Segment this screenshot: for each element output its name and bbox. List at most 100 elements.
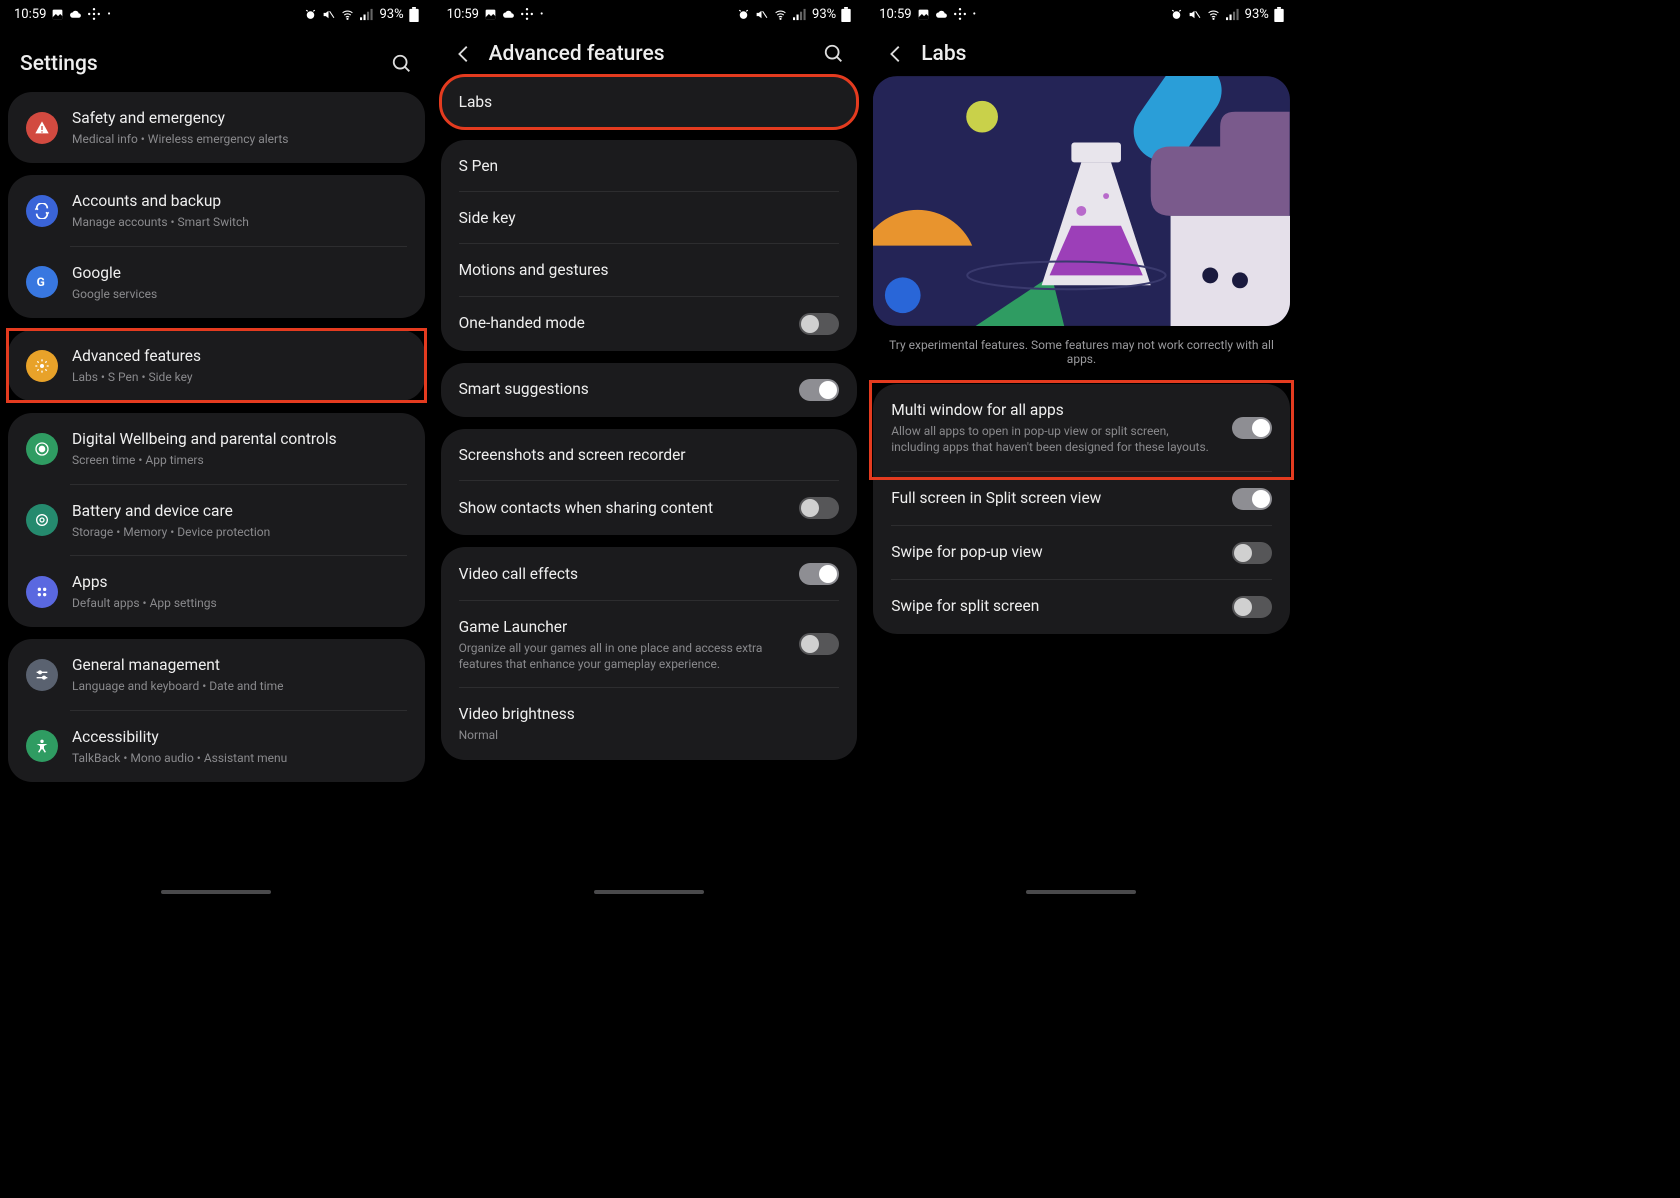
status-bar: 10:59 • 93% <box>0 0 433 28</box>
toggle-switch[interactable] <box>1232 542 1272 564</box>
list-item[interactable]: Full screen in Split screen view <box>873 472 1290 526</box>
item-subtitle: Default apps • App settings <box>72 595 407 611</box>
cloud-icon <box>502 8 516 21</box>
list-item[interactable]: Motions and gestures <box>441 244 858 296</box>
list-item[interactable]: Game LauncherOrganize all your games all… <box>441 601 858 689</box>
toggle-switch[interactable] <box>799 633 839 655</box>
item-subtitle: Normal <box>459 727 840 743</box>
settings-group: Digital Wellbeing and parental controlsS… <box>8 413 425 627</box>
toggle-switch[interactable] <box>799 563 839 585</box>
list-item[interactable]: Battery and device careStorage • Memory … <box>8 485 425 556</box>
item-label: Video brightness <box>459 704 840 724</box>
search-button[interactable] <box>823 43 845 65</box>
item-label: Motions and gestures <box>459 260 840 280</box>
page-title: Labs <box>921 42 966 66</box>
google-icon: G <box>26 266 58 298</box>
settings-group: Safety and emergencyMedical info • Wirel… <box>8 92 425 163</box>
item-label: Swipe for pop-up view <box>891 542 1218 562</box>
list-item[interactable]: Digital Wellbeing and parental controlsS… <box>8 413 425 484</box>
list-item[interactable]: Video call effects <box>441 547 858 601</box>
wifi-icon <box>340 8 355 21</box>
list-item[interactable]: One-handed mode <box>441 297 858 351</box>
safety-icon <box>26 112 58 144</box>
item-label: Digital Wellbeing and parental controls <box>72 429 407 449</box>
chevron-left-icon <box>885 43 907 65</box>
settings-list: Safety and emergencyMedical info • Wirel… <box>0 92 433 782</box>
status-bar: 10:59 • 93% <box>865 0 1298 28</box>
list-item[interactable]: Swipe for pop-up view <box>873 526 1290 580</box>
list-item[interactable]: GGoogleGoogle services <box>8 247 425 318</box>
list-item[interactable]: Multi window for all appsAllow all apps … <box>873 384 1290 472</box>
svg-text:G: G <box>37 275 45 289</box>
settings-group: General management Language and keyboard … <box>8 639 425 782</box>
list-item[interactable]: Labs <box>441 76 858 128</box>
page-title: Advanced features <box>489 42 665 66</box>
signal-icon <box>793 8 807 21</box>
battery-icon <box>26 504 58 536</box>
list-item[interactable]: Screenshots and screen recorder <box>441 429 858 481</box>
list-item[interactable]: Accounts and backupManage accounts • Sma… <box>8 175 425 246</box>
search-icon <box>823 43 845 65</box>
labs-list: Multi window for all appsAllow all apps … <box>865 384 1298 634</box>
gallery-icon <box>484 8 497 21</box>
features-group: Screenshots and screen recorder Show cont… <box>441 429 858 535</box>
item-subtitle: Manage accounts • Smart Switch <box>72 214 407 230</box>
toggle-switch[interactable] <box>1232 417 1272 439</box>
list-item[interactable]: Side key <box>441 192 858 244</box>
item-subtitle: TalkBack • Mono audio • Assistant menu <box>72 750 407 766</box>
item-label: General management <box>72 655 407 675</box>
list-item[interactable]: Smart suggestions <box>441 363 858 417</box>
battery-percent: 93% <box>1245 7 1269 22</box>
toggle-switch[interactable] <box>1232 488 1272 510</box>
list-item[interactable]: General management Language and keyboard … <box>8 639 425 710</box>
list-item[interactable]: S Pen <box>441 140 858 192</box>
item-label: Screenshots and screen recorder <box>459 445 840 465</box>
toggle-switch[interactable] <box>1232 596 1272 618</box>
mute-icon <box>322 8 335 21</box>
back-button[interactable] <box>885 43 907 65</box>
accounts-icon <box>26 195 58 227</box>
list-item[interactable]: Advanced features Labs • S Pen • Side key <box>8 330 425 401</box>
chevron-left-icon <box>453 43 475 65</box>
status-bar: 10:59 • 93% <box>433 0 866 28</box>
mute-icon <box>755 8 768 21</box>
list-item[interactable]: Show contacts when sharing content <box>441 481 858 535</box>
list-item[interactable]: Video brightness Normal <box>441 688 858 759</box>
item-label: Smart suggestions <box>459 379 786 399</box>
item-label: Accessibility <box>72 727 407 747</box>
labs-illustration <box>873 76 1290 326</box>
signal-icon <box>1226 8 1240 21</box>
list-item[interactable]: Accessibility TalkBack • Mono audio • Ass… <box>8 711 425 782</box>
features-group: Video call effectsGame LauncherOrganize … <box>441 547 858 760</box>
features-group: Smart suggestions <box>441 363 858 417</box>
cloud-icon <box>935 8 949 21</box>
header: Settings <box>0 28 433 92</box>
item-label: Advanced features <box>72 346 407 366</box>
wifi-icon <box>773 8 788 21</box>
list-item[interactable]: Safety and emergencyMedical info • Wirel… <box>8 92 425 163</box>
nav-indicator <box>594 890 704 894</box>
item-label: Side key <box>459 208 840 228</box>
phone-screen-labs: 10:59 • 93% Labs <box>865 0 1298 898</box>
status-time: 10:59 <box>447 7 479 22</box>
battery-icon <box>409 7 419 22</box>
nav-indicator <box>1026 890 1136 894</box>
settings-group: Advanced features Labs • S Pen • Side key <box>8 330 425 401</box>
item-label: Apps <box>72 572 407 592</box>
grid-icon <box>88 8 100 20</box>
battery-percent: 93% <box>379 7 403 22</box>
settings-group: Accounts and backupManage accounts • Sma… <box>8 175 425 318</box>
features-group: S Pen Side key Motions and gestures One-han… <box>441 140 858 350</box>
search-button[interactable] <box>391 53 413 75</box>
item-subtitle: Language and keyboard • Date and time <box>72 678 407 694</box>
alarm-icon <box>737 8 750 21</box>
toggle-switch[interactable] <box>799 313 839 335</box>
flask-illustration-icon <box>873 76 1290 326</box>
item-subtitle: Labs • S Pen • Side key <box>72 369 407 385</box>
toggle-switch[interactable] <box>799 379 839 401</box>
back-button[interactable] <box>453 43 475 65</box>
list-item[interactable]: Apps Default apps • App settings <box>8 556 425 627</box>
list-item[interactable]: Swipe for split screen <box>873 580 1290 634</box>
toggle-switch[interactable] <box>799 497 839 519</box>
more-dot: • <box>540 9 543 20</box>
